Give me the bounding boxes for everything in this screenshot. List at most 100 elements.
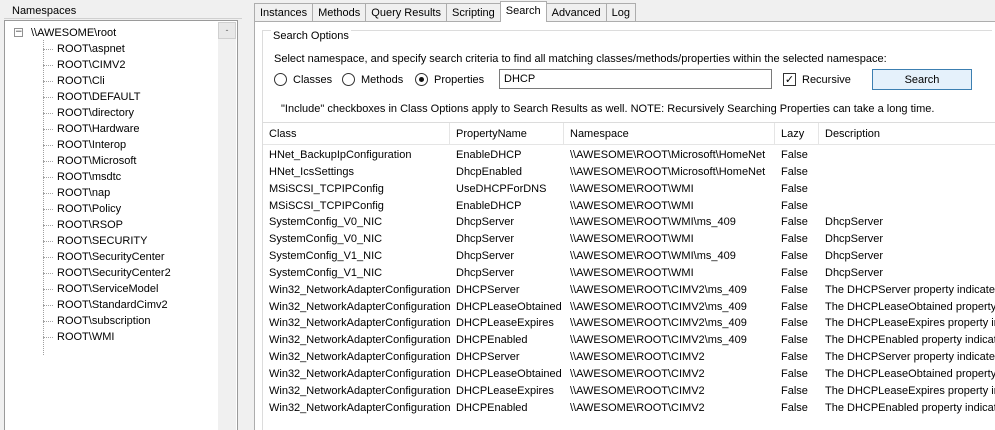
recursive-label[interactable]: Recursive — [802, 74, 851, 86]
tree-item-label[interactable]: ROOT\SECURITY — [57, 235, 147, 247]
results-grid[interactable]: Class PropertyName Namespace Lazy Descri… — [262, 122, 995, 430]
radio-methods-label[interactable]: Methods — [361, 74, 403, 86]
tree-connector — [43, 64, 53, 66]
table-row[interactable]: Win32_NetworkAdapterConfiguration DHCPEna… — [263, 401, 995, 418]
cell-propertyname: DHCPLeaseExpires — [456, 317, 554, 330]
tab-strip: Instances Methods Query Results Scripting Se… — [250, 0, 995, 22]
table-row[interactable]: SystemConfig_V1_NIC DhcpServer \\AWESOME\R… — [263, 249, 995, 266]
search-input[interactable] — [499, 69, 772, 89]
tree-item-label[interactable]: ROOT\Microsoft — [57, 155, 136, 167]
tree-item-label[interactable]: ROOT\Cli — [57, 75, 105, 87]
search-button[interactable]: Search — [872, 69, 972, 90]
column-header-lazy[interactable]: Lazy — [775, 123, 819, 145]
table-row[interactable]: MSiSCSI_TCPIPConfig EnableDHCP \\AWESOME\R… — [263, 199, 995, 216]
tree-root-node[interactable]: − \\AWESOME\root — [14, 25, 116, 40]
tree-item-label[interactable]: ROOT\Hardware — [57, 123, 140, 135]
table-row[interactable]: Win32_NetworkAdapterConfiguration DHCPLea… — [263, 316, 995, 333]
radio-properties[interactable]: Properties — [415, 73, 484, 86]
search-instructions: Select namespace, and specify search cri… — [274, 53, 887, 65]
collapse-icon[interactable]: − — [14, 28, 23, 37]
tree-scrollbar[interactable]: - — [218, 22, 236, 430]
tree-item-label[interactable]: ROOT\subscription — [57, 315, 151, 327]
tree-item[interactable]: ROOT\SecurityCenter — [43, 249, 165, 265]
tree-item-label[interactable]: ROOT\aspnet — [57, 43, 125, 55]
cell-lazy: False — [781, 351, 808, 364]
tree-item[interactable]: ROOT\Hardware — [43, 121, 140, 137]
radio-classes-circle[interactable] — [274, 73, 287, 86]
table-row[interactable]: Win32_NetworkAdapterConfiguration DHCPSer… — [263, 283, 995, 300]
tree-item[interactable]: ROOT\subscription — [43, 313, 151, 329]
tab-scripting[interactable]: Scripting — [446, 3, 501, 22]
tree-item[interactable]: ROOT\msdtc — [43, 169, 121, 185]
tab-query-results[interactable]: Query Results — [365, 3, 447, 22]
radio-methods[interactable]: Methods — [342, 73, 403, 86]
tree-item[interactable]: ROOT\WMI — [43, 329, 114, 345]
column-header-description[interactable]: Description — [819, 123, 995, 145]
tree-item-label[interactable]: ROOT\DEFAULT — [57, 91, 141, 103]
radio-methods-circle[interactable] — [342, 73, 355, 86]
radio-properties-label[interactable]: Properties — [434, 74, 484, 86]
tree-item[interactable]: ROOT\Microsoft — [43, 153, 136, 169]
tree-item[interactable]: ROOT\RSOP — [43, 217, 123, 233]
radio-properties-circle[interactable] — [415, 73, 428, 86]
tree-item-label[interactable]: ROOT\SecurityCenter2 — [57, 267, 171, 279]
cell-propertyname: DhcpServer — [456, 250, 515, 263]
cell-class: SystemConfig_V0_NIC — [269, 216, 383, 229]
tree-item[interactable]: ROOT\ServiceModel — [43, 281, 158, 297]
tree-item[interactable]: ROOT\Interop — [43, 137, 126, 153]
tree-item[interactable]: ROOT\StandardCimv2 — [43, 297, 168, 313]
table-row[interactable]: HNet_IcsSettings DhcpEnabled \\AWESOME\ROO… — [263, 165, 995, 182]
tree-item[interactable]: ROOT\CIMV2 — [43, 57, 125, 73]
namespace-tree[interactable]: − \\AWESOME\root ROOT\aspnet ROOT\CIMV2 RO… — [4, 20, 238, 430]
table-row[interactable]: HNet_BackupIpConfiguration EnableDHCP \\AW… — [263, 148, 995, 165]
table-row[interactable]: Win32_NetworkAdapterConfiguration DHCPSer… — [263, 350, 995, 367]
table-row[interactable]: Win32_NetworkAdapterConfiguration DHCPEna… — [263, 333, 995, 350]
table-row[interactable]: Win32_NetworkAdapterConfiguration DHCPLea… — [263, 367, 995, 384]
cell-lazy: False — [781, 384, 808, 397]
tree-item[interactable]: ROOT\Cli — [43, 73, 105, 89]
tree-item-label[interactable]: ROOT\Policy — [57, 203, 121, 215]
tree-root-label[interactable]: \\AWESOME\root — [31, 27, 116, 39]
table-row[interactable]: SystemConfig_V0_NIC DhcpServer \\AWESOME\R… — [263, 232, 995, 249]
table-row[interactable]: SystemConfig_V1_NIC DhcpServer \\AWESOME\R… — [263, 266, 995, 283]
tree-item-label[interactable]: ROOT\directory — [57, 107, 134, 119]
main-panel: Instances Methods Query Results Scripting Se… — [250, 0, 995, 430]
tab-advanced[interactable]: Advanced — [545, 3, 607, 22]
tree-item-label[interactable]: ROOT\msdtc — [57, 171, 121, 183]
table-row[interactable]: SystemConfig_V0_NIC DhcpServer \\AWESOME\R… — [263, 215, 995, 232]
recursive-check-box[interactable]: ✓ — [783, 73, 796, 86]
cell-propertyname: DhcpServer — [456, 233, 515, 246]
tab-methods[interactable]: Methods — [312, 3, 367, 22]
cell-class: SystemConfig_V1_NIC — [269, 266, 383, 279]
tree-item-label[interactable]: ROOT\RSOP — [57, 219, 123, 231]
tree-item-label[interactable]: ROOT\StandardCimv2 — [57, 299, 168, 311]
tree-item[interactable]: ROOT\aspnet — [43, 41, 125, 57]
tree-item-label[interactable]: ROOT\WMI — [57, 331, 114, 343]
tree-item[interactable]: ROOT\SecurityCenter2 — [43, 265, 171, 281]
tree-item-label[interactable]: ROOT\SecurityCenter — [57, 251, 165, 263]
cell-class: Win32_NetworkAdapterConfiguration — [269, 300, 451, 313]
radio-classes[interactable]: Classes — [274, 73, 332, 86]
column-header-propertyname[interactable]: PropertyName — [450, 123, 564, 145]
tree-item[interactable]: ROOT\DEFAULT — [43, 89, 141, 105]
tab-instances[interactable]: Instances — [254, 3, 314, 22]
scroll-up-button[interactable]: - — [218, 22, 236, 39]
tree-item[interactable]: ROOT\Policy — [43, 201, 121, 217]
tree-item[interactable]: ROOT\nap — [43, 185, 110, 201]
tree-item-label[interactable]: ROOT\CIMV2 — [57, 59, 125, 71]
tab-log[interactable]: Log — [605, 3, 636, 22]
tree-item-label[interactable]: ROOT\nap — [57, 187, 110, 199]
tree-item[interactable]: ROOT\directory — [43, 105, 134, 121]
table-row[interactable]: Win32_NetworkAdapterConfiguration DHCPLea… — [263, 384, 995, 401]
tree-item-label[interactable]: ROOT\ServiceModel — [57, 283, 158, 295]
table-row[interactable]: MSiSCSI_TCPIPConfig UseDHCPForDNS \\AWESOM… — [263, 182, 995, 199]
radio-classes-label[interactable]: Classes — [293, 74, 332, 86]
column-header-class[interactable]: Class — [263, 123, 450, 145]
tree-item-label[interactable]: ROOT\Interop — [57, 139, 126, 151]
recursive-checkbox[interactable]: ✓ Recursive — [783, 73, 851, 86]
cell-namespace: \\AWESOME\ROOT\CIMV2 — [570, 401, 705, 414]
tree-item[interactable]: ROOT\SECURITY — [43, 233, 147, 249]
table-row[interactable]: Win32_NetworkAdapterConfiguration DHCPLea… — [263, 300, 995, 317]
column-header-namespace[interactable]: Namespace — [564, 123, 775, 145]
tab-search[interactable]: Search — [499, 1, 547, 22]
